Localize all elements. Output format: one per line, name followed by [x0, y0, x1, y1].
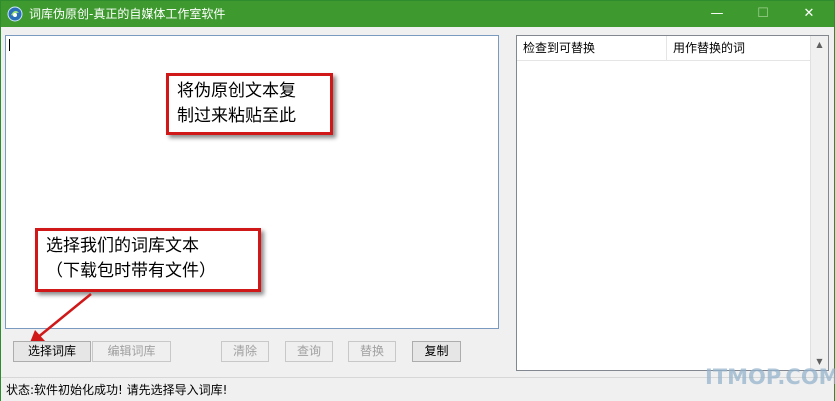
site-watermark: ITMOP.COM — [705, 365, 835, 389]
close-icon: ✕ — [803, 6, 815, 21]
select-dict-button[interactable]: 选择词库 — [13, 341, 91, 362]
minimize-button[interactable]: — — [694, 1, 740, 27]
query-button[interactable]: 查询 — [285, 341, 333, 362]
maximize-button[interactable]: ☐ — [740, 1, 786, 27]
copy-button[interactable]: 复制 — [412, 341, 461, 362]
vertical-scrollbar[interactable]: ▲ ▼ — [810, 36, 828, 370]
paste-hint-line-1: 将伪原创文本复 — [177, 81, 296, 101]
clear-button[interactable]: 清除 — [221, 341, 269, 362]
status-text: 状态:软件初始化成功! 请先选择导入词库! — [6, 383, 228, 397]
title-bar: 词库伪原创-真正的自媒体工作室软件 — ☐ ✕ — [1, 1, 834, 27]
column-header-found[interactable]: 检查到可替换 — [517, 36, 667, 60]
text-caret — [9, 39, 10, 51]
window-title: 词库伪原创-真正的自媒体工作室软件 — [29, 7, 226, 21]
app-window: 词库伪原创-真正的自媒体工作室软件 — ☐ ✕ 将伪原创文本复 制过来粘贴至此 … — [0, 0, 835, 401]
paste-hint-callout: 将伪原创文本复 制过来粘贴至此 — [166, 73, 333, 135]
edit-dict-button[interactable]: 编辑词库 — [92, 341, 171, 362]
replace-button[interactable]: 替换 — [348, 341, 396, 362]
select-hint-line-1: 选择我们的词库文本 — [46, 236, 199, 256]
minimize-icon: — — [710, 6, 724, 21]
select-hint-line-2: （下载包时带有文件） — [46, 261, 216, 281]
paste-hint-line-2: 制过来粘贴至此 — [177, 106, 296, 126]
app-logo-icon — [7, 6, 23, 22]
list-header: 检查到可替换 用作替换的词 — [517, 36, 812, 61]
scroll-up-icon[interactable]: ▲ — [811, 36, 828, 53]
close-button[interactable]: ✕ — [786, 1, 832, 27]
select-dict-hint-callout: 选择我们的词库文本 （下载包时带有文件） — [35, 228, 261, 292]
replacement-list[interactable]: 检查到可替换 用作替换的词 ▲ ▼ — [516, 35, 829, 371]
column-header-replacement[interactable]: 用作替换的词 — [667, 36, 812, 60]
maximize-icon: ☐ — [757, 6, 769, 21]
